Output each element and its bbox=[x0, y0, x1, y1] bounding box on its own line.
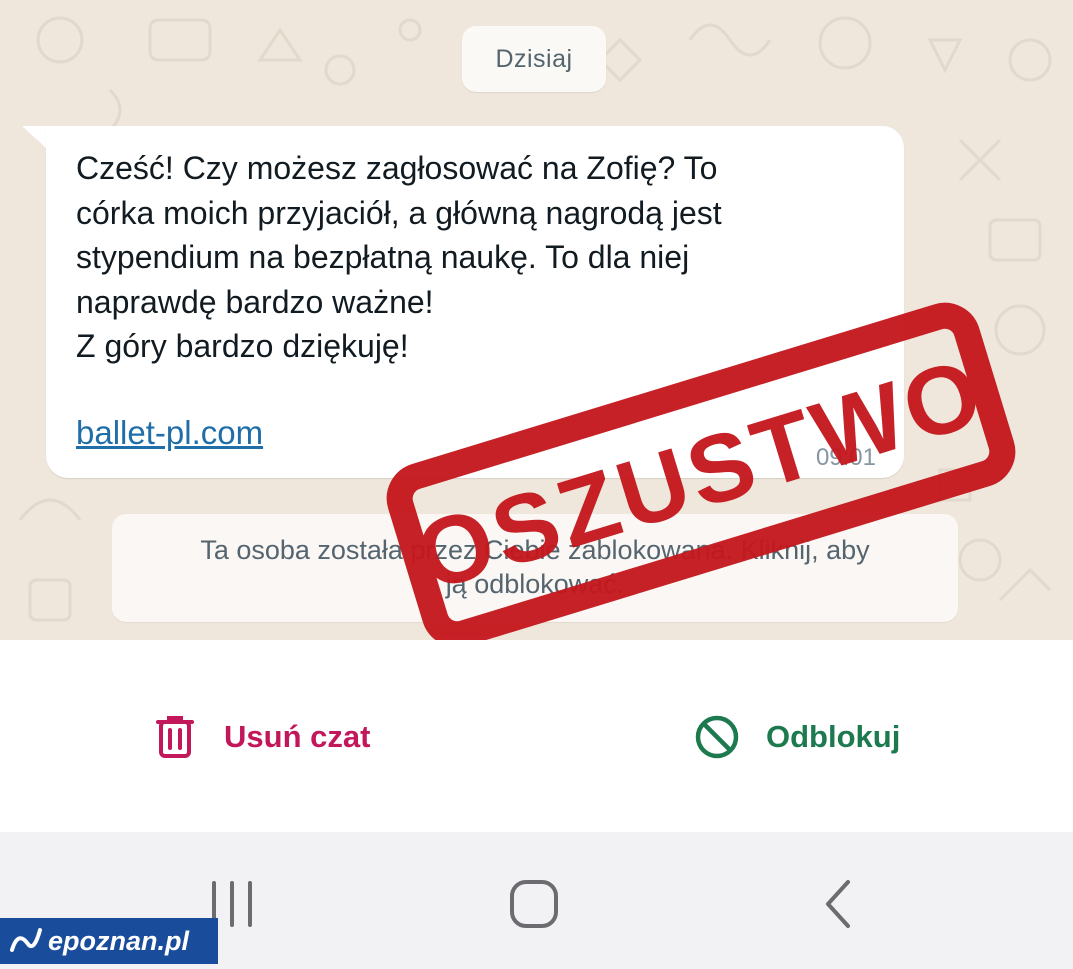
home-button[interactable] bbox=[506, 876, 562, 932]
watermark: epoznan.pl bbox=[0, 918, 218, 964]
message-text: Cześć! Czy możesz zagłosować na Zofię? T… bbox=[76, 150, 722, 364]
message-bubble-tail bbox=[22, 126, 46, 148]
date-chip: Dzisiaj bbox=[462, 26, 606, 92]
back-icon bbox=[826, 880, 850, 928]
watermark-text: epoznan.pl bbox=[48, 925, 189, 956]
watermark-logo-icon bbox=[10, 928, 42, 952]
trash-icon bbox=[152, 714, 198, 760]
delete-chat-label: Usuń czat bbox=[224, 719, 371, 754]
delete-chat-button[interactable]: Usuń czat bbox=[152, 712, 370, 762]
unblock-button[interactable]: Odblokuj bbox=[694, 712, 900, 762]
block-icon bbox=[694, 714, 740, 760]
message-link[interactable]: ballet-pl.com bbox=[76, 414, 263, 452]
unblock-label: Odblokuj bbox=[766, 719, 901, 754]
action-bar: Usuń czat Odblokuj bbox=[0, 640, 1073, 832]
home-icon bbox=[510, 880, 558, 928]
back-button[interactable] bbox=[810, 876, 866, 932]
